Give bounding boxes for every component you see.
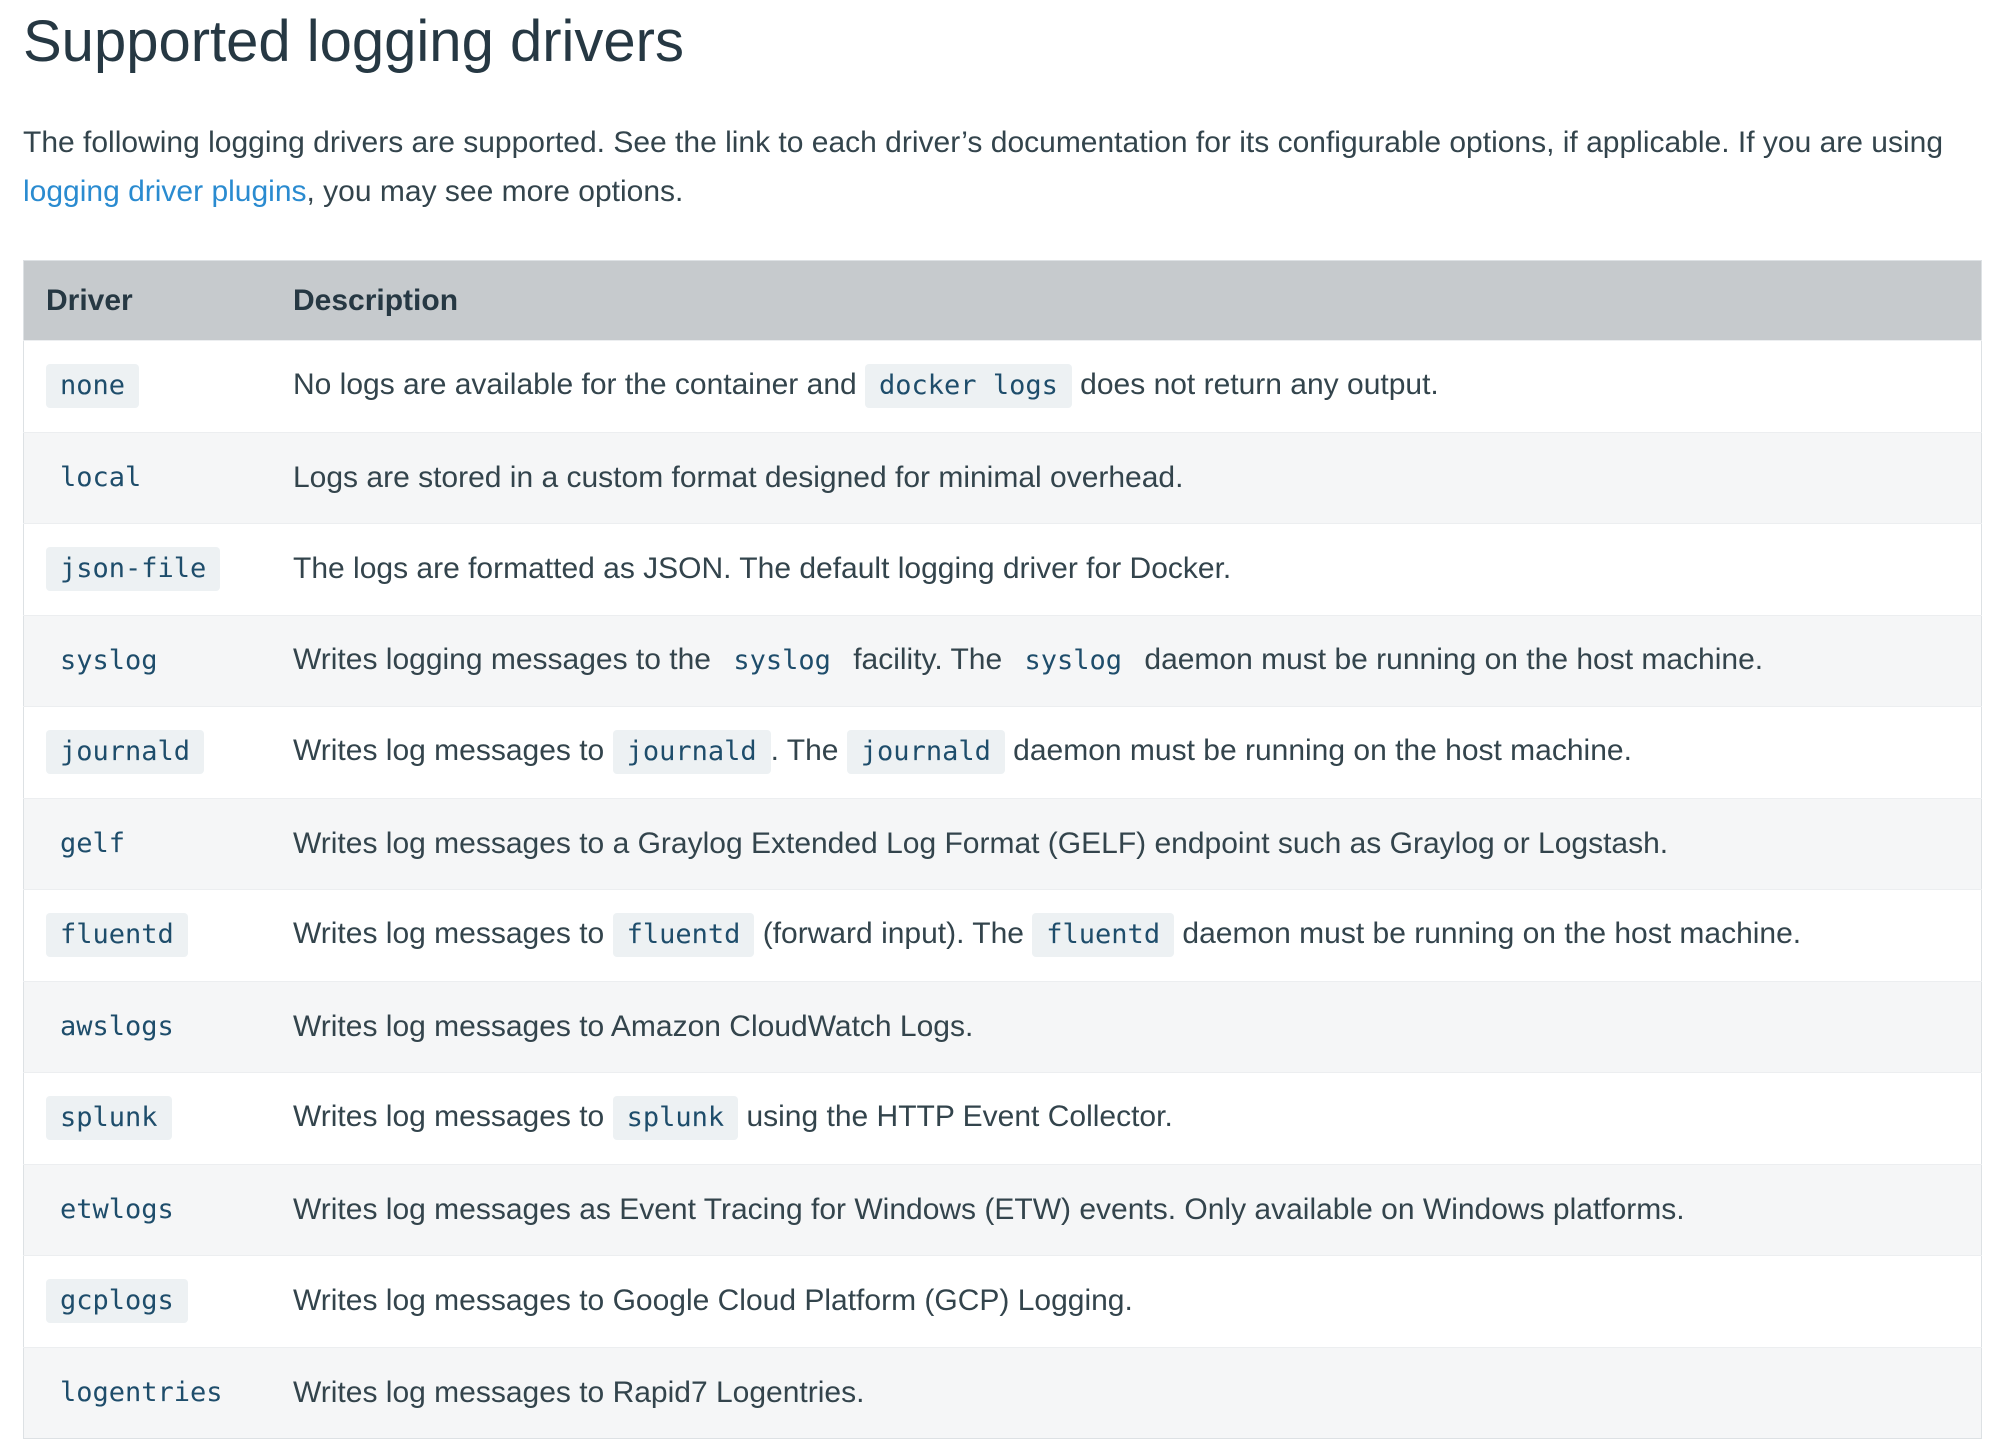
driver-cell: splunk (23, 1072, 271, 1164)
inline-code: fluentd (612, 913, 755, 958)
driver-name: none (46, 364, 140, 409)
description-text: . The (770, 734, 847, 768)
inline-code: syslog (719, 638, 845, 683)
driver-cell: json-file (23, 523, 271, 615)
page-title: Supported logging drivers (23, 9, 684, 74)
logging-drivers-table: Driver Description none No logs are avail… (23, 260, 1982, 1439)
driver-cell: etwlogs (23, 1163, 271, 1256)
table-row: json-file The logs are formatted as JSON.… (23, 523, 1982, 615)
table-row: fluentd Writes log messages to fluentd (f… (23, 889, 1982, 981)
table-row: gcplogs Writes log messages to Google Clo… (23, 1255, 1982, 1347)
inline-code: splunk (612, 1096, 739, 1141)
inline-code: journald (846, 730, 1005, 775)
driver-name: json-file (46, 547, 221, 592)
description-text: Logs are stored in a custom format desig… (293, 460, 1184, 494)
driver-cell: logentries (23, 1346, 271, 1439)
inline-code: syslog (1010, 638, 1137, 683)
description-text: Writes log messages to Rapid7 Logentries… (293, 1375, 865, 1409)
description-text: does not return any output. (1071, 368, 1439, 402)
driver-cell: journald (23, 706, 271, 798)
driver-name: journald (46, 730, 205, 775)
description-text: Writes logging messages to the (293, 642, 720, 676)
description-cell: Writes log messages to Google Cloud Plat… (271, 1255, 1982, 1347)
table-row: logentries Writes log messages to Rapid7 … (23, 1346, 1982, 1439)
description-cell: Writes log messages to a Graylog Extende… (271, 797, 1982, 890)
table-row: journald Writes log messages to journald.… (23, 706, 1982, 798)
description-text: Writes log messages to a Graylog Extende… (293, 826, 1669, 860)
description-cell: Writes log messages as Event Tracing for… (271, 1163, 1982, 1256)
driver-name: local (46, 455, 156, 500)
inline-code: fluentd (1032, 913, 1175, 958)
table-header: Driver Description (23, 260, 1982, 341)
description-text: daemon must be running on the host machi… (1136, 642, 1764, 676)
driver-cell: syslog (23, 614, 271, 707)
driver-cell: gelf (23, 797, 271, 890)
description-cell: Writes log messages to Rapid7 Logentries… (271, 1346, 1982, 1439)
table-row: gelf Writes log messages to a Graylog Ext… (23, 797, 1982, 890)
driver-name: etwlogs (46, 1187, 188, 1232)
description-cell: No logs are available for the container … (271, 340, 1982, 432)
description-text: using the HTTP Event Collector. (738, 1100, 1173, 1134)
driver-cell: awslogs (23, 980, 271, 1073)
description-cell: Logs are stored in a custom format desig… (271, 431, 1982, 524)
table-row: etwlogs Writes log messages as Event Trac… (23, 1163, 1982, 1256)
header-driver: Driver (46, 283, 133, 317)
table-row: local Logs are stored in a custom format … (23, 431, 1982, 524)
description-text: Writes log messages to (293, 734, 613, 768)
driver-cell: local (23, 431, 271, 524)
table-row: syslog Writes logging messages to the sys… (23, 614, 1982, 707)
driver-name: splunk (46, 1096, 172, 1141)
logging-driver-plugins-link[interactable]: logging driver plugins (23, 175, 307, 208)
description-text: The logs are formatted as JSON. The defa… (293, 552, 1232, 586)
intro-text-before: The following logging drivers are suppor… (23, 126, 1943, 159)
description-text: daemon must be running on the host machi… (1174, 917, 1802, 951)
description-text: facility. The (844, 642, 1011, 676)
table-row: awslogs Writes log messages to Amazon Clo… (23, 980, 1982, 1073)
driver-name: fluentd (46, 913, 188, 958)
table-row: none No logs are available for the contai… (23, 340, 1982, 432)
description-text: No logs are available for the container … (293, 368, 866, 402)
page: Supported logging drivers The following … (0, 0, 2004, 1439)
table-row: splunk Writes log messages to splunk usin… (23, 1072, 1982, 1164)
table-body: none No logs are available for the contai… (23, 340, 1982, 1439)
description-text: (forward input). The (754, 917, 1033, 951)
description-text: Writes log messages to Amazon CloudWatch… (293, 1009, 974, 1043)
description-text: Writes log messages as Event Tracing for… (293, 1192, 1685, 1226)
description-cell: Writes log messages to splunk using the … (271, 1072, 1982, 1164)
driver-cell: fluentd (23, 889, 271, 981)
description-text: Writes log messages to (293, 1100, 613, 1134)
driver-cell: none (23, 340, 271, 432)
inline-code: docker logs (865, 364, 1072, 409)
description-text: Writes log messages to Google Cloud Plat… (293, 1284, 1133, 1318)
header-description: Description (293, 283, 459, 317)
description-cell: Writes log messages to Amazon CloudWatch… (271, 980, 1982, 1073)
description-cell: Writes logging messages to the syslog fa… (271, 614, 1982, 707)
driver-name: gelf (46, 821, 140, 866)
driver-name: syslog (46, 638, 172, 683)
description-cell: Writes log messages to journald. The jou… (271, 706, 1982, 798)
driver-name: awslogs (46, 1004, 188, 1049)
description-cell: Writes log messages to fluentd (forward … (271, 889, 1982, 981)
table-header-row: Driver Description (23, 260, 1982, 341)
description-cell: The logs are formatted as JSON. The defa… (271, 523, 1982, 615)
inline-code: journald (612, 730, 771, 775)
description-text: daemon must be running on the host machi… (1004, 734, 1632, 768)
driver-name: gcplogs (46, 1279, 188, 1324)
intro-paragraph: The following logging drivers are suppor… (23, 118, 1983, 216)
intro-text-after: , you may see more options. (306, 175, 684, 208)
driver-name: logentries (46, 1370, 237, 1415)
description-text: Writes log messages to (293, 917, 613, 951)
driver-cell: gcplogs (23, 1255, 271, 1347)
